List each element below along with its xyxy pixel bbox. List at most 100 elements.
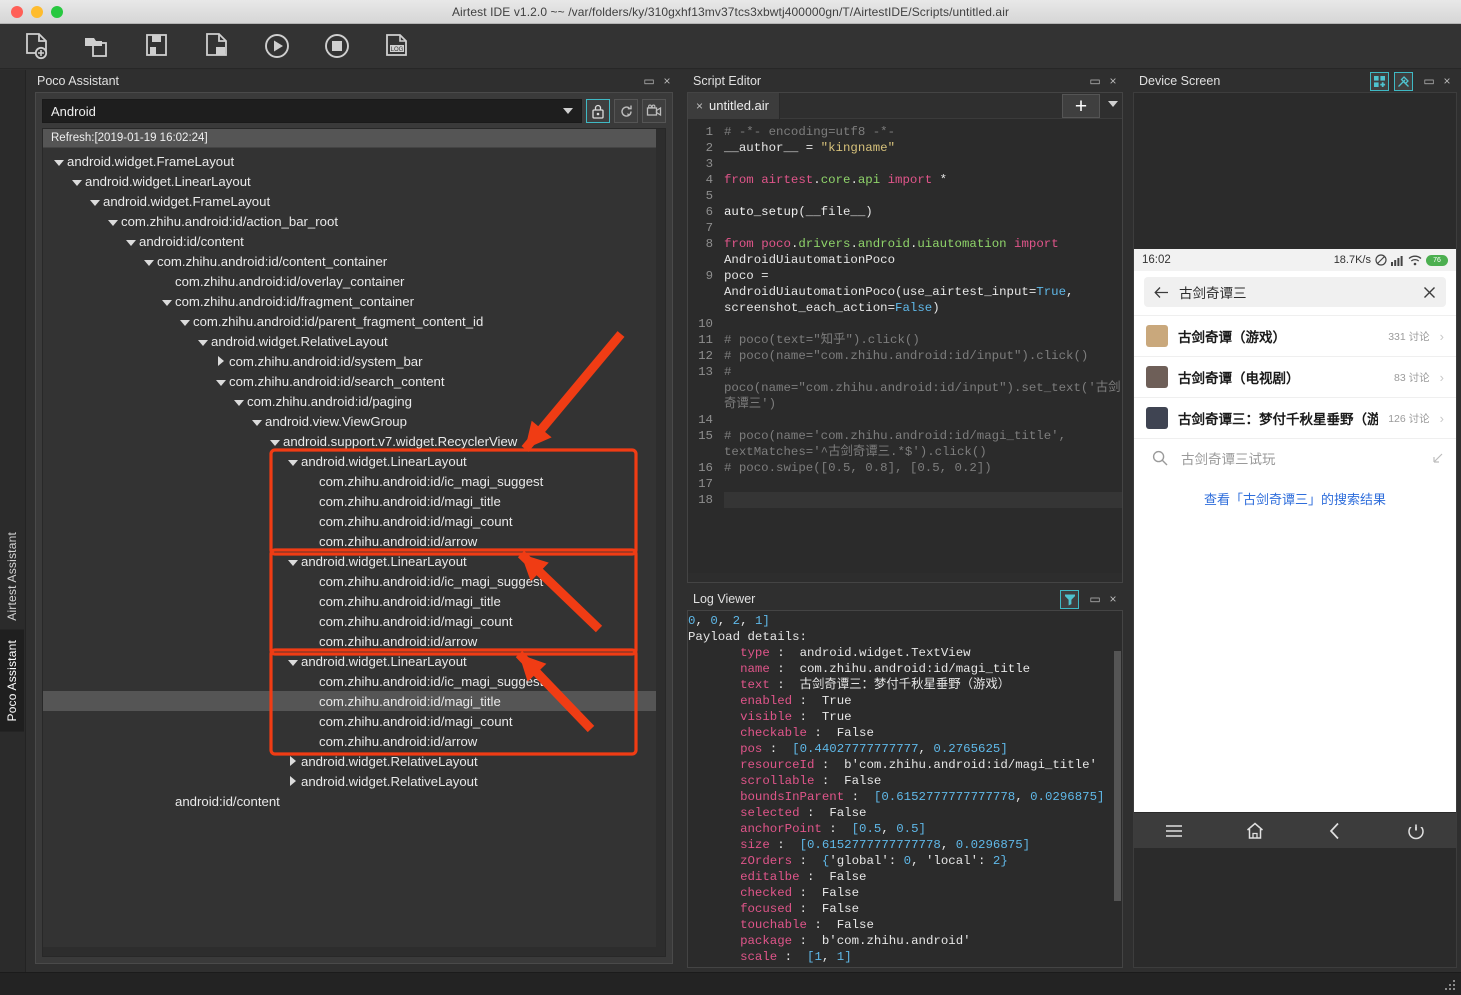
tree-node[interactable]: com.zhihu.android:id/arrow bbox=[43, 631, 665, 651]
device-mirror[interactable]: 16:02 18.7K/s 76 古剑奇谭三 bbox=[1134, 249, 1456, 848]
code-content[interactable]: # -*- encoding=utf8 -*-__author__ = "kin… bbox=[718, 119, 1122, 573]
tree-node[interactable]: com.zhihu.android:id/magi_title bbox=[43, 491, 665, 511]
open-script-icon[interactable] bbox=[78, 28, 116, 64]
tree-node[interactable]: com.zhihu.android:id/system_bar bbox=[43, 351, 665, 371]
chevron-down-icon[interactable] bbox=[159, 294, 175, 309]
save-script-icon[interactable] bbox=[138, 28, 176, 64]
chevron-down-icon[interactable] bbox=[123, 234, 139, 249]
tab-list-chevron-down-icon[interactable] bbox=[1108, 101, 1118, 107]
view-log-icon[interactable]: LOG bbox=[378, 28, 416, 64]
query-suggestion-row[interactable]: 古剑奇谭三试玩 bbox=[1134, 438, 1456, 477]
vertical-tab-airtest-assistant[interactable]: Airtest Assistant bbox=[0, 522, 24, 631]
filter-icon[interactable] bbox=[1060, 590, 1079, 609]
tree-node[interactable]: android.widget.RelativeLayout bbox=[43, 751, 665, 771]
suggestion-item[interactable]: 古剑奇谭（电视剧）83 讨论› bbox=[1134, 356, 1456, 397]
tree-node[interactable]: android.widget.RelativeLayout bbox=[43, 771, 665, 791]
refresh-icon[interactable] bbox=[614, 99, 638, 123]
home-icon[interactable] bbox=[1215, 822, 1296, 840]
save-as-script-icon[interactable] bbox=[198, 28, 236, 64]
chevron-down-icon[interactable] bbox=[249, 414, 265, 429]
file-tab-untitled[interactable]: × untitled.air bbox=[688, 93, 780, 119]
log-viewer-body[interactable]: 0, 0, 2, 1]Payload details: type : andro… bbox=[687, 610, 1123, 968]
tree-node[interactable]: com.zhihu.android:id/overlay_container bbox=[43, 271, 665, 291]
search-input-pill[interactable]: 古剑奇谭三 bbox=[1144, 277, 1446, 307]
tree-node[interactable]: com.zhihu.android:id/arrow bbox=[43, 731, 665, 751]
vertical-tab-poco-assistant[interactable]: Poco Assistant bbox=[0, 630, 24, 732]
inspect-icon[interactable] bbox=[1370, 72, 1389, 91]
record-icon[interactable] bbox=[642, 99, 666, 123]
poco-panel-restore-button[interactable]: ▭ bbox=[641, 73, 657, 89]
chevron-right-icon[interactable] bbox=[213, 354, 229, 369]
tree-node[interactable]: com.zhihu.android:id/magi_count bbox=[43, 711, 665, 731]
tree-node[interactable]: com.zhihu.android:id/magi_title bbox=[43, 591, 665, 611]
chevron-down-icon[interactable] bbox=[87, 194, 103, 209]
tools-icon[interactable] bbox=[1394, 72, 1413, 91]
poco-panel-close-button[interactable]: × bbox=[659, 73, 675, 89]
tree-node[interactable]: com.zhihu.android:id/action_bar_root bbox=[43, 211, 665, 231]
chevron-down-icon[interactable] bbox=[195, 334, 211, 349]
log-viewer-close-button[interactable]: × bbox=[1105, 591, 1121, 607]
log-vertical-scrollbar[interactable] bbox=[1113, 611, 1122, 967]
stop-script-icon[interactable] bbox=[318, 28, 356, 64]
chevron-down-icon[interactable] bbox=[213, 374, 229, 389]
resize-grip-icon[interactable] bbox=[1443, 978, 1457, 992]
tree-node[interactable]: android.widget.FrameLayout bbox=[43, 191, 665, 211]
chevron-down-icon[interactable] bbox=[267, 434, 283, 449]
back-icon[interactable] bbox=[1295, 822, 1376, 840]
script-editor-restore-button[interactable]: ▭ bbox=[1087, 73, 1103, 89]
chevron-right-icon[interactable] bbox=[285, 774, 301, 789]
chevron-down-icon[interactable] bbox=[177, 314, 193, 329]
tree-node[interactable]: com.zhihu.android:id/ic_magi_suggest bbox=[43, 671, 665, 691]
tree-node[interactable]: android.view.ViewGroup bbox=[43, 411, 665, 431]
poco-hierarchy-tree[interactable]: android.widget.FrameLayout android.widget… bbox=[43, 148, 665, 811]
maximize-window-button[interactable] bbox=[51, 6, 63, 18]
chevron-down-icon[interactable] bbox=[69, 174, 85, 189]
tree-node[interactable]: com.zhihu.android:id/magi_count bbox=[43, 511, 665, 531]
new-tab-button[interactable]: + bbox=[1062, 94, 1100, 118]
search-suggestion-list[interactable]: 古剑奇谭（游戏）331 讨论›古剑奇谭（电视剧）83 讨论›古剑奇谭三：梦付千秋… bbox=[1134, 315, 1456, 438]
suggestion-item[interactable]: 古剑奇谭（游戏）331 讨论› bbox=[1134, 315, 1456, 356]
tree-node[interactable]: com.zhihu.android:id/ic_magi_suggest bbox=[43, 471, 665, 491]
close-window-button[interactable] bbox=[11, 6, 23, 18]
tree-node[interactable]: com.zhihu.android:id/search_content bbox=[43, 371, 665, 391]
chevron-down-icon[interactable] bbox=[285, 554, 301, 569]
tree-node[interactable]: com.zhihu.android:id/paging bbox=[43, 391, 665, 411]
view-all-results-link[interactable]: 查看「古剑奇谭三」的搜索结果 bbox=[1134, 477, 1456, 522]
tree-node[interactable]: com.zhihu.android:id/arrow bbox=[43, 531, 665, 551]
chevron-down-icon[interactable] bbox=[231, 394, 247, 409]
tree-node[interactable]: android.support.v7.widget.RecyclerView bbox=[43, 431, 665, 451]
tree-node[interactable]: android.widget.RelativeLayout bbox=[43, 331, 665, 351]
tree-node[interactable]: android.widget.FrameLayout bbox=[43, 151, 665, 171]
close-icon[interactable]: × bbox=[696, 99, 703, 113]
window-controls[interactable] bbox=[0, 6, 63, 18]
tree-node[interactable]: com.zhihu.android:id/content_container bbox=[43, 251, 665, 271]
log-viewer-restore-button[interactable]: ▭ bbox=[1087, 591, 1103, 607]
chevron-down-icon[interactable] bbox=[105, 214, 121, 229]
device-screen-close-button[interactable]: × bbox=[1439, 73, 1455, 89]
chevron-down-icon[interactable] bbox=[285, 454, 301, 469]
chevron-down-icon[interactable] bbox=[141, 254, 157, 269]
editor-horizontal-scrollbar[interactable] bbox=[688, 573, 1122, 582]
device-screen-restore-button[interactable]: ▭ bbox=[1421, 73, 1437, 89]
suggestion-item[interactable]: 古剑奇谭三：梦付千秋星垂野（游…126 讨论› bbox=[1134, 397, 1456, 438]
script-editor-close-button[interactable]: × bbox=[1105, 73, 1121, 89]
poco-mode-select[interactable]: Android bbox=[42, 99, 582, 123]
tree-node[interactable]: android:id/content bbox=[43, 791, 665, 811]
tree-node[interactable]: android.widget.LinearLayout bbox=[43, 451, 665, 471]
device-screen-body[interactable]: 16:02 18.7K/s 76 古剑奇谭三 bbox=[1133, 92, 1457, 968]
chevron-right-icon[interactable] bbox=[285, 754, 301, 769]
chevron-down-icon[interactable] bbox=[285, 654, 301, 669]
power-icon[interactable] bbox=[1376, 822, 1457, 840]
lock-icon[interactable] bbox=[586, 99, 610, 123]
tree-node[interactable]: com.zhihu.android:id/ic_magi_suggest bbox=[43, 571, 665, 591]
tree-node[interactable]: com.zhihu.android:id/magi_count bbox=[43, 611, 665, 631]
tree-vertical-scrollbar[interactable] bbox=[656, 129, 665, 956]
code-area[interactable]: 123456789101112131415161718 # -*- encodi… bbox=[688, 119, 1122, 573]
tree-node[interactable]: com.zhihu.android:id/fragment_container bbox=[43, 291, 665, 311]
chevron-down-icon[interactable] bbox=[51, 154, 67, 169]
tree-horizontal-scrollbar[interactable] bbox=[43, 947, 665, 956]
tree-node[interactable]: android.widget.LinearLayout bbox=[43, 551, 665, 571]
tree-node[interactable]: com.zhihu.android:id/parent_fragment_con… bbox=[43, 311, 665, 331]
run-script-icon[interactable] bbox=[258, 28, 296, 64]
new-script-icon[interactable] bbox=[18, 28, 56, 64]
